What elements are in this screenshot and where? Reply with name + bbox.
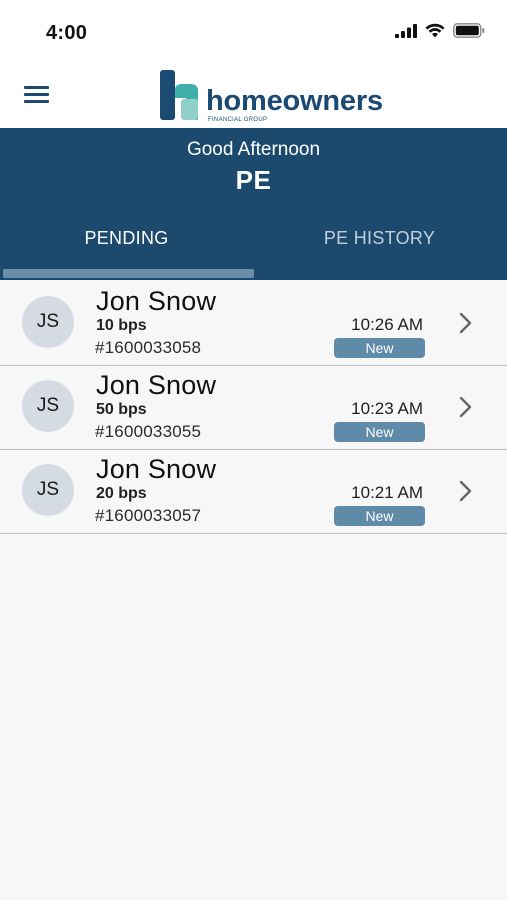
status-badge: New (334, 506, 425, 526)
hamburger-menu-icon[interactable] (24, 84, 50, 104)
item-name: Jon Snow (96, 286, 217, 316)
cellular-signal-icon (395, 23, 417, 38)
status-badge: New (334, 422, 425, 442)
list-item[interactable]: JS Jon Snow 50 bps #1600033055 10:23 AM … (0, 366, 507, 450)
avatar: JS (22, 296, 74, 348)
wifi-icon (425, 23, 445, 38)
status-badge: New (334, 338, 425, 358)
pending-list: JS Jon Snow 10 bps #1600033058 10:26 AM … (0, 282, 507, 534)
list-item[interactable]: JS Jon Snow 20 bps #1600033057 10:21 AM … (0, 450, 507, 534)
avatar: JS (22, 380, 74, 432)
chevron-right-icon[interactable] (458, 479, 474, 503)
company-logo: homeowners FINANCIAL GROUP (160, 68, 430, 123)
item-bps: 20 bps (96, 485, 147, 502)
item-time: 10:23 AM (351, 399, 423, 418)
logo-mark-icon (160, 70, 198, 120)
item-name: Jon Snow (96, 454, 217, 484)
user-name: PE (235, 165, 272, 195)
item-time: 10:26 AM (351, 315, 423, 334)
logo-text: homeowners (206, 85, 383, 117)
list-item[interactable]: JS Jon Snow 10 bps #1600033058 10:26 AM … (0, 282, 507, 366)
app-header: homeowners FINANCIAL GROUP (0, 62, 507, 128)
status-time: 4:00 (46, 22, 88, 44)
item-id: #1600033058 (95, 338, 202, 357)
tab-indicator (3, 269, 254, 278)
item-bps: 10 bps (96, 317, 147, 334)
item-id: #1600033055 (95, 422, 202, 441)
greeting-banner: Good Afternoon PE PENDING PE HISTORY (0, 128, 507, 280)
tab-pe-history[interactable]: PE HISTORY (253, 228, 506, 249)
item-id: #1600033057 (95, 506, 202, 525)
status-bar: 4:00 (0, 0, 507, 62)
status-icons (395, 23, 485, 38)
chevron-right-icon[interactable] (458, 311, 474, 335)
tab-pending[interactable]: PENDING (0, 228, 253, 249)
item-time: 10:21 AM (351, 483, 423, 502)
chevron-right-icon[interactable] (458, 395, 474, 419)
greeting-text: Good Afternoon (186, 139, 321, 160)
item-name: Jon Snow (96, 370, 217, 400)
item-bps: 50 bps (96, 401, 147, 418)
logo-subtext: FINANCIAL GROUP (208, 117, 268, 123)
battery-icon (453, 23, 485, 38)
avatar: JS (22, 464, 74, 516)
